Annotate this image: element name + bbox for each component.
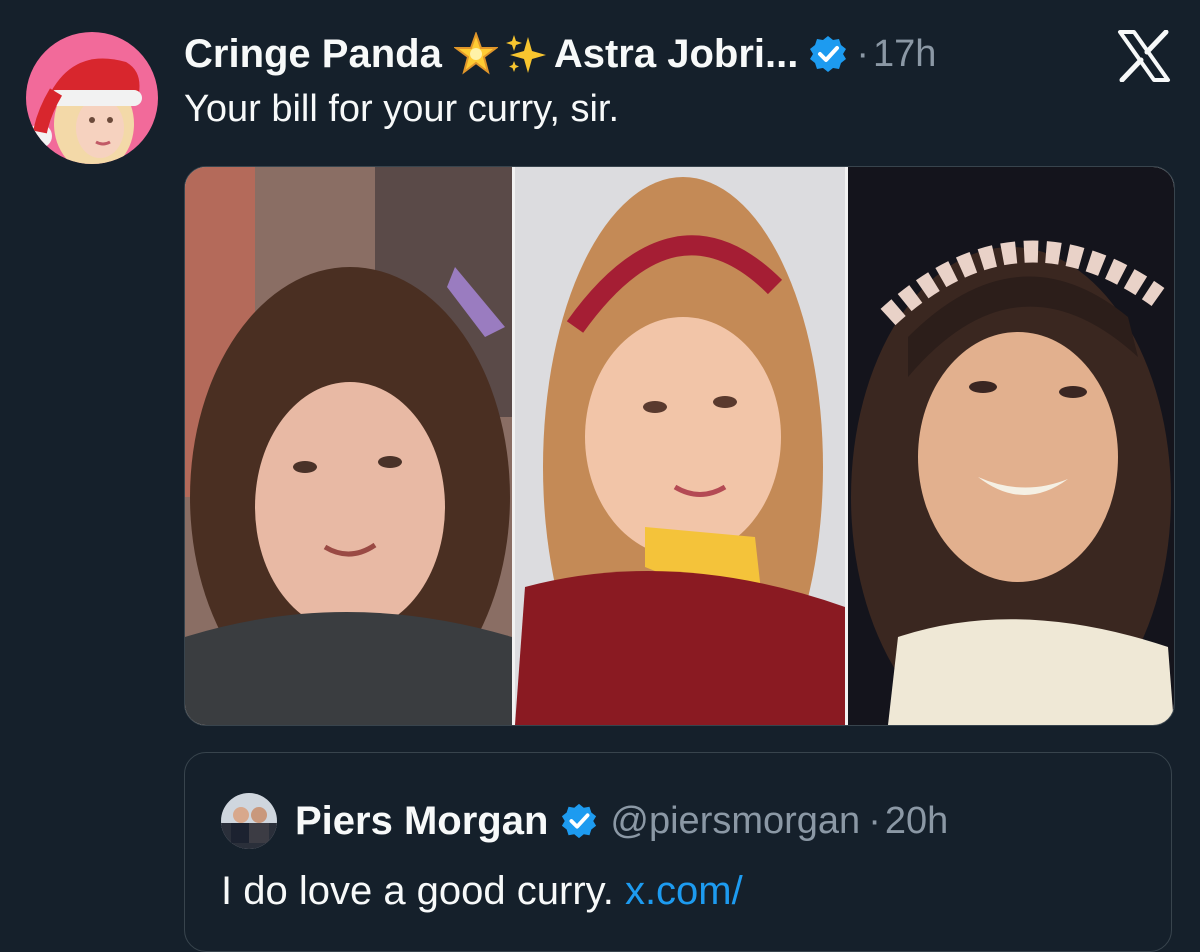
child-portrait-image (515, 167, 845, 725)
glowing-star-icon (453, 32, 498, 76)
avatar-image (26, 32, 158, 164)
post-time[interactable]: 17h (873, 33, 936, 76)
post-header: Cringe Panda Astra Jobri... · 17h (184, 26, 936, 82)
quoted-post-header: Piers Morgan @piersmorgan · 20h (221, 793, 948, 849)
sparkles-icon (504, 31, 550, 77)
x-logo-icon[interactable] (1116, 29, 1172, 83)
quoted-post[interactable]: Piers Morgan @piersmorgan · 20h I do lov… (184, 752, 1172, 952)
separator-dot: · (856, 32, 870, 75)
quoted-link[interactable]: x.com/ (625, 869, 743, 913)
photo-2[interactable] (512, 167, 845, 725)
avatar-image (221, 793, 277, 849)
quoted-author-handle[interactable]: @piersmorgan (610, 800, 860, 843)
quoted-author-avatar[interactable] (221, 793, 277, 849)
quoted-post-time[interactable]: 20h (885, 800, 948, 843)
photo-1[interactable] (185, 167, 512, 725)
quoted-post-text: I do love a good curry. x.com/ (221, 869, 743, 914)
media-grid[interactable] (184, 166, 1175, 726)
separator-dot: · (868, 799, 881, 842)
quoted-author-name[interactable]: Piers Morgan (295, 799, 548, 844)
author-name[interactable]: Cringe Panda (184, 32, 442, 77)
author-display-suffix[interactable]: Astra Jobri... (554, 32, 799, 77)
quoted-text-body: I do love a good curry. (221, 869, 614, 913)
photo-3[interactable] (845, 167, 1174, 725)
verified-badge-icon (808, 34, 848, 74)
post-text: Your bill for your curry, sir. (184, 88, 620, 130)
verified-badge-icon (560, 802, 598, 840)
child-portrait-image (185, 167, 512, 725)
author-avatar[interactable] (26, 32, 158, 164)
child-portrait-image (848, 167, 1174, 725)
